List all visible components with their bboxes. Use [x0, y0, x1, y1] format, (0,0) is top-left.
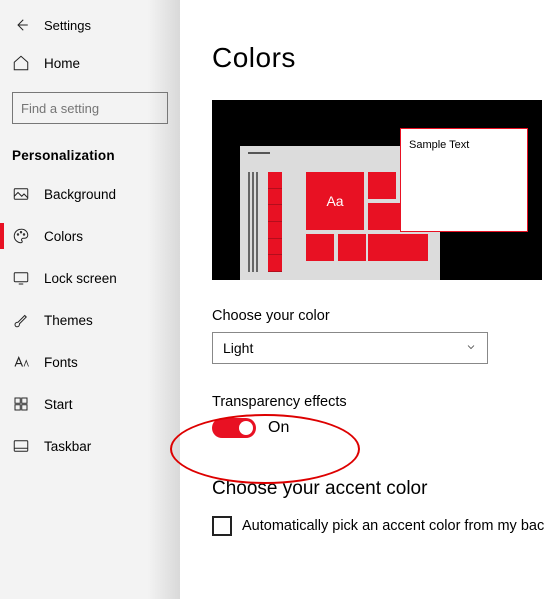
- preview-popup: Sample Text: [400, 128, 528, 232]
- font-icon: [12, 353, 30, 371]
- sidebar-item-label: Lock screen: [44, 271, 117, 286]
- sidebar-home-label: Home: [44, 56, 80, 71]
- transparency-value: On: [268, 419, 289, 437]
- settings-sidebar: Settings Home Personalization Background: [0, 0, 180, 599]
- back-icon[interactable]: [12, 16, 30, 34]
- monitor-icon: [12, 269, 30, 287]
- picture-icon: [12, 185, 30, 203]
- home-icon: [12, 54, 30, 72]
- sidebar-item-label: Fonts: [44, 355, 78, 370]
- transparency-label: Transparency effects: [212, 394, 547, 410]
- color-mode-dropdown[interactable]: Light: [212, 332, 488, 364]
- sidebar-item-label: Start: [44, 397, 73, 412]
- sidebar-item-label: Themes: [44, 313, 93, 328]
- color-mode-label: Choose your color: [212, 308, 547, 324]
- window-title: Settings: [44, 18, 91, 33]
- sidebar-item-start[interactable]: Start: [0, 383, 180, 425]
- sidebar-section-title: Personalization: [0, 134, 180, 173]
- preview-tile-aa: Aa: [306, 172, 364, 230]
- sidebar-item-home[interactable]: Home: [0, 44, 180, 82]
- sidebar-item-colors[interactable]: Colors: [0, 215, 180, 257]
- tiles-icon: [12, 395, 30, 413]
- sidebar-item-fonts[interactable]: Fonts: [0, 341, 180, 383]
- search-field[interactable]: [21, 101, 197, 116]
- auto-accent-label: Automatically pick an accent color from …: [242, 518, 544, 534]
- main-content: Colors Aa Sample Text Choos: [180, 0, 547, 599]
- color-mode-value: Light: [223, 340, 253, 356]
- accent-color-title: Choose your accent color: [212, 478, 547, 500]
- sidebar-item-taskbar[interactable]: Taskbar: [0, 425, 180, 467]
- sidebar-item-label: Taskbar: [44, 439, 91, 454]
- taskbar-icon: [12, 437, 30, 455]
- sidebar-item-label: Colors: [44, 229, 83, 244]
- preview-sample-text: Sample Text: [409, 139, 469, 151]
- page-title: Colors: [212, 42, 547, 74]
- sidebar-item-label: Background: [44, 187, 116, 202]
- color-preview: Aa Sample Text: [212, 100, 542, 280]
- sidebar-item-themes[interactable]: Themes: [0, 299, 180, 341]
- brush-icon: [12, 311, 30, 329]
- chevron-down-icon: [465, 340, 477, 356]
- search-input[interactable]: [12, 92, 168, 124]
- sidebar-item-lock-screen[interactable]: Lock screen: [0, 257, 180, 299]
- palette-icon: [12, 227, 30, 245]
- transparency-toggle[interactable]: [212, 418, 256, 438]
- auto-accent-checkbox[interactable]: [212, 516, 232, 536]
- sidebar-item-background[interactable]: Background: [0, 173, 180, 215]
